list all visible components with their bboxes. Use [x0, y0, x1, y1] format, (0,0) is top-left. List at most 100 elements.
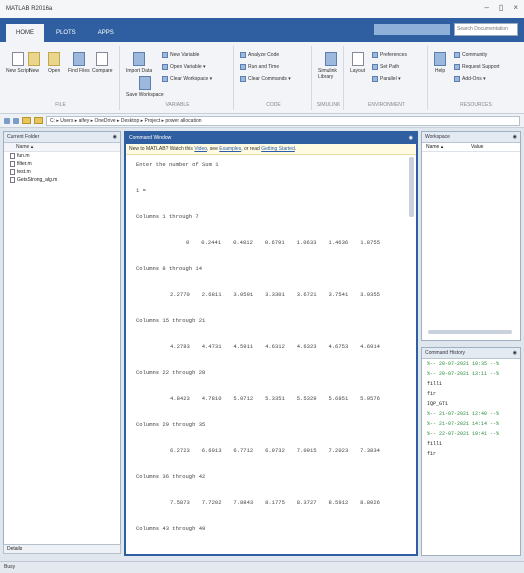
current-folder-title: Current Folder: [7, 134, 40, 140]
file-item[interactable]: filter.m: [4, 160, 120, 168]
community-icon: [454, 52, 460, 58]
value-cell: 3.0591: [233, 291, 254, 298]
value-cell: 4.6753: [328, 343, 349, 350]
new-script-button[interactable]: New Script: [6, 52, 30, 74]
save-workspace-button[interactable]: Save Workspace: [126, 76, 164, 98]
open-variable-button[interactable]: Open Variable ▾: [162, 64, 206, 70]
history-command[interactable]: fill1: [422, 379, 520, 389]
column-range-header: Columns 36 through 42: [136, 473, 206, 480]
open-button[interactable]: Open: [48, 52, 60, 74]
file-item[interactable]: fun.m: [4, 152, 120, 160]
help-button[interactable]: Help: [434, 52, 446, 74]
set-path-button[interactable]: Set Path: [372, 64, 399, 70]
layout-button[interactable]: Layout: [350, 52, 365, 74]
examples-link[interactable]: Examples: [219, 146, 241, 152]
minimize-icon[interactable]: –: [484, 3, 488, 12]
parallel-button[interactable]: Parallel ▾: [372, 76, 401, 82]
compare-button[interactable]: Compare: [92, 52, 113, 74]
history-command[interactable]: IQP_GT1: [422, 399, 520, 409]
history-session-marker[interactable]: %-- 22-07-2021 10:41 --%: [422, 429, 520, 439]
m-file-icon: [10, 153, 15, 159]
getting-started-banner: New to MATLAB? Watch this Video, see Exa…: [126, 144, 416, 155]
window-controls: – ▯ ×: [484, 3, 518, 12]
find-files-button[interactable]: Find Files: [68, 52, 90, 74]
workspace-columns: Name ▴ Value: [422, 143, 520, 152]
value-cell: 1.4636: [328, 239, 349, 246]
file-item[interactable]: GetsStrong_alg.m: [4, 176, 120, 184]
preferences-button[interactable]: Preferences: [372, 52, 407, 58]
values-row: 7.5873 7.7202 7.8843 8.1775 8.3727 8.5912 8.80…: [136, 499, 406, 513]
value-cell: 7.3834: [360, 447, 380, 454]
value-cell: 7.2023: [328, 447, 349, 454]
request-support-button[interactable]: Request Support: [454, 64, 500, 70]
ribbon-group-resources: Help Community Request Support Add-Ons ▾…: [430, 46, 522, 110]
history-command[interactable]: fir: [422, 449, 520, 459]
simulink-library-button[interactable]: Simulink Library: [318, 52, 343, 80]
current-folder-path[interactable]: C: ▸ Users ▸ alfey ▸ OneDrive ▸ Desktop …: [46, 115, 520, 126]
command-window[interactable]: Command Window ◉ New to MATLAB? Watch th…: [124, 131, 418, 556]
details-panel[interactable]: Details: [3, 544, 121, 554]
support-icon: [454, 64, 460, 70]
value-cell: 1.0633: [296, 239, 317, 246]
ribbon-group-label: ENVIRONMENT: [368, 102, 405, 108]
current-folder-panel: Current Folder ◉ Name ▴ fun.m filter.m t…: [3, 131, 121, 551]
run-and-time-button[interactable]: Run and Time: [240, 64, 279, 70]
ribbon-group-label: RESOURCES: [460, 102, 492, 108]
panel-menu-icon[interactable]: ◉: [113, 134, 117, 140]
ribbon-group-file: New Script New Open Find Files Compare F…: [2, 46, 120, 110]
value-cell: 8.8026: [360, 499, 380, 506]
history-session-marker[interactable]: %-- 21-07-2021 14:14 --%: [422, 419, 520, 429]
ribbon-group-simulink: Simulink Library SIMULINK: [314, 46, 344, 110]
value-cell: 4.2783: [170, 343, 190, 350]
value-column-header[interactable]: Value: [471, 144, 516, 150]
window-title: MATLAB R2016a: [6, 6, 53, 12]
new-script-icon: [12, 52, 25, 66]
history-session-marker[interactable]: %-- 21-07-2021 12:40 --%: [422, 409, 520, 419]
file-item[interactable]: test.m: [4, 168, 120, 176]
tab-home[interactable]: HOME: [6, 24, 44, 42]
value-cell: 7.5873: [170, 499, 190, 506]
search-documentation-input[interactable]: Search Documentation: [454, 23, 518, 36]
import-data-icon: [133, 52, 146, 66]
maximize-icon[interactable]: ▯: [499, 3, 503, 12]
folder-up-icon[interactable]: [22, 117, 31, 124]
history-command[interactable]: fill1: [422, 439, 520, 449]
name-column-header[interactable]: Name ▴: [4, 143, 120, 152]
open-folder-icon: [48, 52, 61, 66]
close-icon[interactable]: ×: [513, 3, 518, 12]
value-cell: 7.8843: [233, 499, 254, 506]
tab-plots[interactable]: PLOTS: [46, 24, 86, 42]
panel-menu-icon[interactable]: ◉: [409, 135, 413, 142]
m-file-icon: [10, 169, 15, 175]
clear-workspace-button[interactable]: Clear Workspace ▾: [162, 76, 212, 82]
history-command[interactable]: fir: [422, 389, 520, 399]
ribbon-group-environment: Layout Preferences Set Path Parallel ▾ E…: [346, 46, 428, 110]
browse-folder-icon[interactable]: [34, 117, 43, 124]
history-session-marker[interactable]: %-- 20-07-2021 10:35 --%: [422, 359, 520, 369]
add-ons-button[interactable]: Add-Ons ▾: [454, 76, 486, 82]
import-data-button[interactable]: Import Data: [126, 52, 152, 74]
scrollbar[interactable]: [409, 157, 414, 217]
clear-commands-button[interactable]: Clear Commands ▾: [240, 76, 291, 82]
scrollbar[interactable]: [428, 330, 512, 334]
history-session-marker[interactable]: %-- 20-07-2021 13:11 --%: [422, 369, 520, 379]
panel-menu-icon[interactable]: ◉: [513, 350, 517, 356]
value-cell: 4.6323: [296, 343, 317, 350]
getting-started-link[interactable]: Getting Started: [261, 146, 295, 152]
values-row: 2.2770 2.6811 3.0591 3.3301 3.6721 3.7541 3.93…: [136, 291, 406, 305]
name-column-header[interactable]: Name ▴: [426, 144, 471, 150]
new-variable-button[interactable]: New Variable: [162, 52, 199, 58]
back-icon[interactable]: [4, 117, 10, 124]
analyze-code-button[interactable]: Analyze Code: [240, 52, 279, 58]
value-cell: 7.0915: [296, 447, 317, 454]
video-link[interactable]: Video: [194, 146, 207, 152]
ribbon-group-label: FILE: [55, 102, 66, 108]
new-button[interactable]: New: [28, 52, 40, 74]
panel-menu-icon[interactable]: ◉: [513, 134, 517, 140]
quick-access-toolbar[interactable]: [374, 24, 450, 35]
workspace-header: Workspace ◉: [422, 132, 520, 143]
values-row: 6.2723 6.6013 6.7712 6.9732 7.0915 7.2023 7.38…: [136, 447, 406, 461]
tab-apps[interactable]: APPS: [88, 24, 124, 42]
forward-icon[interactable]: [13, 117, 19, 124]
community-button[interactable]: Community: [454, 52, 487, 58]
